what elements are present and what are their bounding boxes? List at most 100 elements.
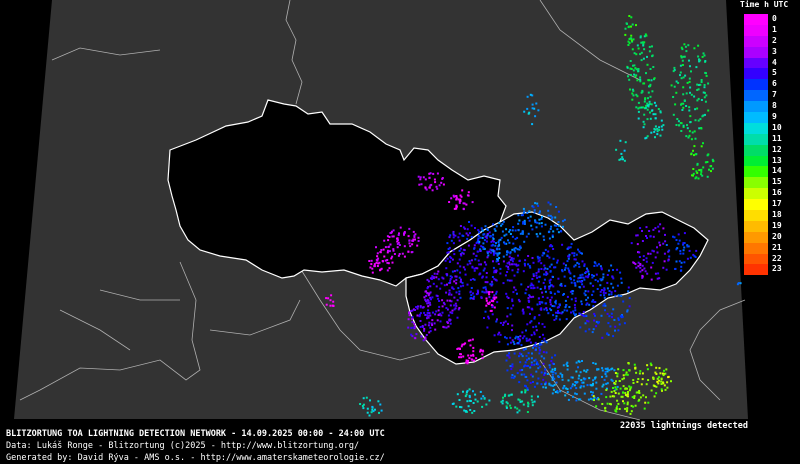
lightning-strike xyxy=(656,246,658,249)
lightning-strike xyxy=(521,230,524,233)
lightning-strike xyxy=(649,95,652,98)
lightning-strike xyxy=(629,412,632,415)
lightning-strike xyxy=(520,344,523,347)
legend-label: 12 xyxy=(772,144,782,154)
lightning-strike xyxy=(485,403,488,406)
lightning-strike xyxy=(686,81,689,84)
lightning-strike xyxy=(647,97,649,100)
lightning-strike xyxy=(590,384,593,387)
lightning-strike xyxy=(490,280,493,283)
legend-swatch-4: 4 xyxy=(744,57,777,69)
lightning-strike xyxy=(585,303,588,306)
lightning-strike xyxy=(446,273,449,276)
lightning-strike xyxy=(424,186,427,189)
lightning-strike xyxy=(435,285,438,288)
lightning-strike xyxy=(516,271,519,274)
lightning-strike xyxy=(644,33,647,36)
lightning-strike xyxy=(654,113,657,116)
lightning-strike xyxy=(553,224,556,227)
lightning-strike xyxy=(498,340,501,343)
lightning-strike xyxy=(656,377,659,380)
lightning-strike xyxy=(444,259,447,262)
lightning-strike xyxy=(581,260,584,263)
lightning-strike xyxy=(655,392,658,395)
lightning-strike xyxy=(431,296,434,299)
lightning-strike xyxy=(692,168,695,170)
lightning-strike xyxy=(583,392,586,395)
lightning-strike xyxy=(614,372,617,374)
lightning-strike xyxy=(427,305,430,308)
lightning-strike xyxy=(679,74,681,77)
lightning-strike xyxy=(547,201,550,204)
lightning-strike xyxy=(673,85,676,88)
lightning-strike xyxy=(511,248,514,251)
lightning-strike xyxy=(628,389,631,392)
lightning-strike xyxy=(523,240,526,243)
lightning-strike xyxy=(603,288,606,291)
lightning-strike xyxy=(573,384,576,387)
lightning-strike xyxy=(365,396,368,399)
lightning-strike xyxy=(494,252,497,255)
lightning-strike xyxy=(568,306,571,308)
lightning-strike xyxy=(475,357,478,360)
lightning-strike xyxy=(737,282,740,285)
lightning-strike xyxy=(386,259,389,261)
lightning-strike xyxy=(695,66,698,69)
lightning-strike xyxy=(481,290,484,293)
lightning-strike xyxy=(462,252,465,255)
lightning-strike xyxy=(513,286,516,289)
lightning-strike xyxy=(638,390,641,392)
lightning-strike xyxy=(557,277,560,280)
lightning-strike xyxy=(329,299,332,302)
lightning-strike xyxy=(449,299,451,302)
lightning-strike xyxy=(635,93,638,96)
lightning-strike xyxy=(531,352,533,355)
lightning-strike xyxy=(548,237,551,240)
lightning-strike xyxy=(511,363,514,366)
lightning-strike xyxy=(622,158,624,161)
lightning-strike xyxy=(619,387,622,390)
lightning-strike xyxy=(516,248,519,251)
lightning-strike xyxy=(538,301,541,303)
lightning-strike xyxy=(683,246,686,249)
lightning-strike xyxy=(476,250,479,253)
lightning-strike xyxy=(512,291,515,294)
lightning-strike xyxy=(455,282,458,285)
lightning-strike xyxy=(679,64,682,67)
lightning-strike xyxy=(543,252,546,255)
legend-swatch-12: 12 xyxy=(744,144,782,156)
lightning-strike xyxy=(512,242,515,245)
lightning-strike xyxy=(455,405,458,408)
lightning-strike xyxy=(490,249,493,252)
lightning-strike xyxy=(512,226,515,229)
lightning-strike xyxy=(588,328,591,331)
lightning-strike xyxy=(544,383,547,386)
lightning-strike xyxy=(477,259,480,262)
lightning-strike xyxy=(644,270,647,273)
legend-label: 13 xyxy=(772,155,782,165)
lightning-strike xyxy=(602,383,605,386)
lightning-strike xyxy=(548,364,551,367)
lightning-strike xyxy=(465,361,468,364)
lightning-strike xyxy=(627,75,629,78)
lightning-strike xyxy=(505,337,508,340)
lightning-strike xyxy=(530,224,533,227)
lightning-strike xyxy=(554,391,557,393)
lightning-strike xyxy=(541,215,543,218)
lightning-strike xyxy=(531,375,534,378)
lightning-strike xyxy=(601,403,604,405)
lightning-strike xyxy=(627,290,630,293)
lightning-strike xyxy=(540,268,543,270)
lightning-strike xyxy=(649,235,652,238)
lightning-strike xyxy=(531,123,534,126)
lightning-strike xyxy=(498,248,501,251)
lightning-strike xyxy=(442,183,445,186)
lightning-strike xyxy=(626,407,629,410)
lightning-strike xyxy=(552,371,555,373)
lightning-strike xyxy=(612,387,614,389)
lightning-strike xyxy=(555,317,558,320)
lightning-strike xyxy=(437,314,440,316)
lightning-strike xyxy=(587,290,590,293)
lightning-strike xyxy=(676,118,679,120)
lightning-strike xyxy=(511,260,514,263)
